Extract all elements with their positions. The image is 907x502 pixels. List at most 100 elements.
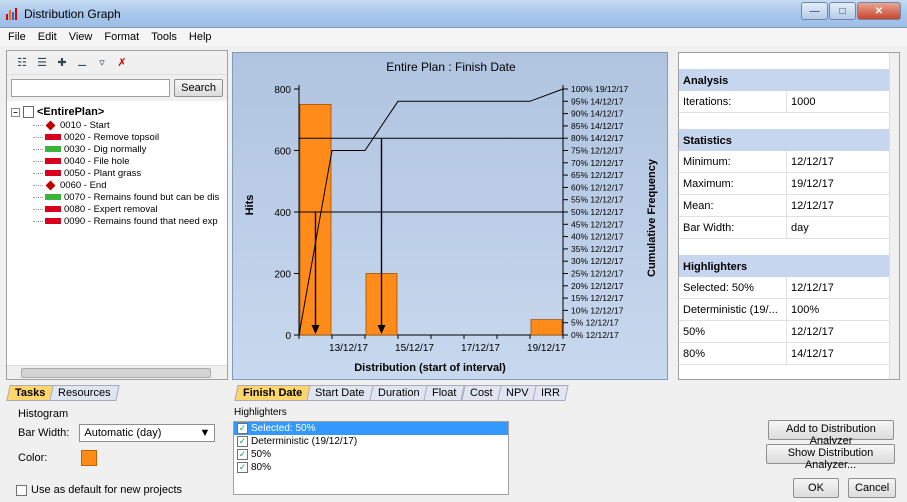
scroll-thumb[interactable] (21, 368, 211, 378)
tree-item[interactable]: 0090 - Remains found that need exp (33, 215, 223, 227)
tree-item[interactable]: 0070 - Remains found but can be dis (33, 191, 223, 203)
tab-cost[interactable]: Cost (461, 385, 502, 401)
tab-tasks[interactable]: Tasks (6, 385, 55, 401)
tree-item[interactable]: 0050 - Plant grass (33, 167, 223, 179)
horizontal-scrollbar[interactable] (7, 365, 227, 379)
analysis-row: Iterations: 1000 (679, 91, 899, 113)
y-tick-label: 200 (274, 270, 291, 281)
list-item[interactable]: ✓ 80% (234, 461, 508, 474)
color-swatch[interactable] (81, 450, 98, 466)
menu-help[interactable]: Help (189, 31, 212, 43)
search-button[interactable]: Search (174, 79, 223, 97)
color-label: Color: (18, 452, 48, 464)
row-value: 100% (791, 304, 820, 316)
menu-file[interactable]: File (8, 31, 26, 43)
task-bar-icon (45, 218, 61, 224)
maximize-button[interactable]: □ (829, 2, 856, 20)
tree-item[interactable]: 0020 - Remove topsoil (33, 131, 223, 143)
tree-item[interactable]: 0030 - Dig normally (33, 143, 223, 155)
add-to-analyzer-button[interactable]: Add to Distribution Analyzer (768, 420, 894, 447)
tree-item[interactable]: 0060 - End (33, 179, 223, 191)
expand-icon[interactable]: ✚ (55, 57, 69, 69)
tree-item-label: 0080 - Expert removal (64, 203, 158, 215)
x-tick-label: 17/12/17 (461, 343, 500, 354)
plan-icon (23, 106, 34, 118)
check-icon[interactable]: ✓ (237, 423, 248, 434)
list-item[interactable]: ✓ 50% (234, 448, 508, 461)
filter-icon[interactable]: ▿ (95, 57, 109, 69)
tab-finish-date[interactable]: Finish Date (234, 385, 311, 401)
row-key: Bar Width: (679, 217, 787, 238)
statistics-panel: Analysis Iterations: 1000 Statistics Mini… (678, 52, 900, 380)
list-item-label: Deterministic (19/12/17) (251, 436, 358, 447)
row-key: 80% (679, 343, 787, 364)
cancel-button[interactable]: Cancel (848, 478, 896, 498)
use-default-checkbox[interactable]: Use as default for new projects (16, 484, 182, 496)
row-key: Selected: 50% (679, 277, 787, 298)
checkbox-icon[interactable] (16, 484, 27, 496)
row-key: Mean: (679, 195, 787, 216)
row-key: Iterations: (679, 91, 787, 112)
show-analyzer-button[interactable]: Show Distribution Analyzer... (766, 444, 895, 471)
maximize-icon: □ (839, 5, 846, 17)
window-title: Distribution Graph (24, 7, 121, 21)
collapse-toggle-icon[interactable]: – (11, 107, 20, 117)
clear-filter-icon[interactable]: ✗ (115, 57, 129, 69)
ok-button[interactable]: OK (793, 478, 839, 498)
tree-item[interactable]: 0080 - Expert removal (33, 203, 223, 215)
collapse-icon[interactable]: ⚊ (75, 57, 89, 69)
row-value: 1000 (791, 96, 816, 108)
task-bar-icon (45, 206, 61, 212)
analysis-heading: Analysis (679, 69, 899, 91)
tree-item[interactable]: 0040 - File hole (33, 155, 223, 167)
row-value: day (791, 222, 809, 234)
y2-tick-label: 20% 12/12/17 (571, 281, 624, 291)
list-icon[interactable]: ☰ (35, 57, 49, 69)
tab-irr[interactable]: IRR (532, 385, 569, 401)
y2-tick-label: 0% 12/12/17 (571, 330, 619, 340)
task-tree-panel: ☷ ☰ ✚ ⚊ ▿ ✗ Search – <EntirePlan> 0010 -… (6, 50, 228, 380)
close-button[interactable]: ✕ (857, 2, 901, 20)
y-tick-label: 400 (274, 208, 291, 219)
check-icon[interactable]: ✓ (237, 462, 248, 473)
tab-duration[interactable]: Duration (369, 385, 429, 401)
tab-resources[interactable]: Resources (49, 385, 120, 401)
tab-npv[interactable]: NPV (496, 385, 537, 401)
search-input[interactable] (11, 79, 171, 97)
check-icon[interactable]: ✓ (237, 449, 248, 460)
tree-item-label: 0020 - Remove topsoil (64, 131, 160, 143)
statistics-heading: Statistics (679, 129, 899, 151)
row-key: Maximum: (679, 173, 787, 194)
task-tree: – <EntirePlan> 0010 - Start 0020 - Remov… (7, 101, 227, 231)
row-key: Deterministic (19/... (679, 299, 787, 320)
highlighters-label: Highlighters (234, 407, 287, 418)
y2-tick-label: 65% 12/12/17 (571, 170, 624, 180)
tree-root[interactable]: – <EntirePlan> (11, 105, 223, 119)
statistics-row: Minimum: 12/12/17 (679, 151, 899, 173)
dropdown-arrow-icon: ▼ (199, 427, 211, 439)
y2-tick-label: 85% 14/12/17 (571, 121, 624, 131)
tab-start-date[interactable]: Start Date (306, 385, 374, 401)
menu-view[interactable]: View (69, 31, 93, 43)
collapse-all-icon[interactable]: ☷ (15, 57, 29, 69)
list-item[interactable]: ✓ Deterministic (19/12/17) (234, 435, 508, 448)
tab-float[interactable]: Float (423, 385, 466, 401)
check-icon[interactable]: ✓ (237, 436, 248, 447)
y2-tick-label: 5% 12/12/17 (571, 318, 619, 328)
y2-tick-label: 55% 12/12/17 (571, 195, 624, 205)
histogram-bar (530, 319, 563, 336)
list-item[interactable]: ✓ Selected: 50% (234, 422, 508, 435)
tree-toolbar: ☷ ☰ ✚ ⚊ ▿ ✗ (7, 51, 227, 75)
highlighter-row: 50% 12/12/17 (679, 321, 899, 343)
menu-tools[interactable]: Tools (151, 31, 177, 43)
menu-format[interactable]: Format (104, 31, 139, 43)
vertical-scrollbar[interactable] (889, 53, 899, 379)
tree-item[interactable]: 0010 - Start (33, 119, 223, 131)
chart-title: Entire Plan : Finish Date (386, 60, 516, 74)
minimize-button[interactable]: — (801, 2, 828, 20)
distribution-graph: Entire Plan : Finish Date Hits Cumulativ… (232, 52, 668, 380)
menu-edit[interactable]: Edit (38, 31, 57, 43)
bar-width-select[interactable]: Automatic (day) ▼ (79, 424, 216, 442)
histogram-settings: Histogram Bar Width: Automatic (day) ▼ C… (18, 408, 226, 478)
y2-tick-label: 30% 12/12/17 (571, 256, 624, 266)
